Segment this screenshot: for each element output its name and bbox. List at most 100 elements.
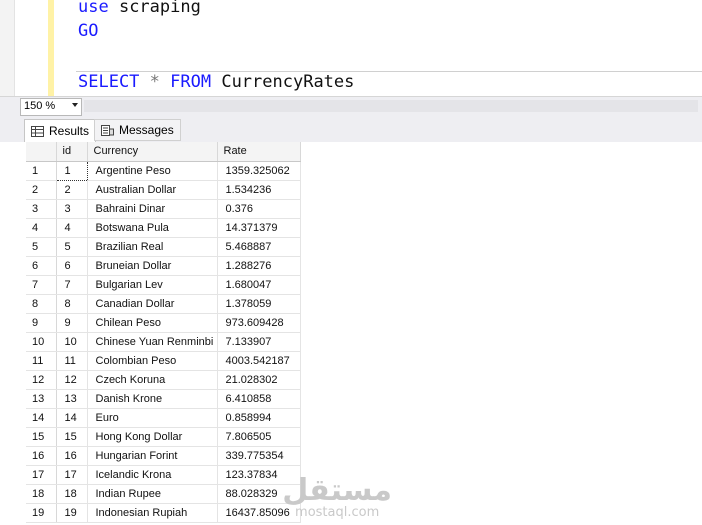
rate-cell[interactable]: 1.680047 xyxy=(217,275,301,295)
row-number-cell[interactable]: 19 xyxy=(26,503,57,523)
id-cell[interactable]: 15 xyxy=(56,427,88,447)
row-number-header[interactable] xyxy=(26,142,57,162)
table-row[interactable]: 2 2 Australian Dollar 1.534236 xyxy=(26,180,301,200)
code-line-2[interactable]: GO xyxy=(78,21,98,41)
id-cell[interactable]: 2 xyxy=(56,180,88,200)
row-number-cell[interactable]: 11 xyxy=(26,351,57,371)
column-header-currency[interactable]: Currency xyxy=(87,142,218,162)
rate-cell[interactable]: 1359.325062 xyxy=(217,161,301,181)
row-number-cell[interactable]: 14 xyxy=(26,408,57,428)
table-row[interactable]: 5 5 Brazilian Real 5.468887 xyxy=(26,237,301,257)
rate-cell[interactable]: 0.858994 xyxy=(217,408,301,428)
currency-cell[interactable]: Bruneian Dollar xyxy=(87,256,218,276)
row-number-cell[interactable]: 13 xyxy=(26,389,57,409)
currency-cell[interactable]: Indian Rupee xyxy=(87,484,218,504)
row-number-cell[interactable]: 4 xyxy=(26,218,57,238)
tab-results[interactable]: Results xyxy=(24,119,97,142)
id-cell[interactable]: 3 xyxy=(56,199,88,219)
table-row[interactable]: 13 13 Danish Krone 6.410858 xyxy=(26,389,301,409)
id-cell[interactable]: 10 xyxy=(56,332,88,352)
row-number-cell[interactable]: 2 xyxy=(26,180,57,200)
currency-cell[interactable]: Bahraini Dinar xyxy=(87,199,218,219)
rate-cell[interactable]: 21.028302 xyxy=(217,370,301,390)
row-number-cell[interactable]: 9 xyxy=(26,313,57,333)
horizontal-scrollbar[interactable] xyxy=(84,100,698,112)
table-row[interactable]: 16 16 Hungarian Forint 339.775354 xyxy=(26,446,301,466)
currency-cell[interactable]: Argentine Peso xyxy=(87,161,218,181)
currency-cell[interactable]: Danish Krone xyxy=(87,389,218,409)
table-row[interactable]: 18 18 Indian Rupee 88.028329 xyxy=(26,484,301,504)
table-row[interactable]: 9 9 Chilean Peso 973.609428 xyxy=(26,313,301,333)
table-row[interactable]: 10 10 Chinese Yuan Renminbi 7.133907 xyxy=(26,332,301,352)
table-row[interactable]: 6 6 Bruneian Dollar 1.288276 xyxy=(26,256,301,276)
zoom-select[interactable]: 150 % xyxy=(20,98,82,116)
table-row[interactable]: 3 3 Bahraini Dinar 0.376 xyxy=(26,199,301,219)
table-row[interactable]: 15 15 Hong Kong Dollar 7.806505 xyxy=(26,427,301,447)
currency-cell[interactable]: Hong Kong Dollar xyxy=(87,427,218,447)
table-row[interactable]: 8 8 Canadian Dollar 1.378059 xyxy=(26,294,301,314)
row-number-cell[interactable]: 12 xyxy=(26,370,57,390)
row-number-cell[interactable]: 16 xyxy=(26,446,57,466)
results-grid[interactable]: id Currency Rate 1 1 Argentine Peso 1359.32… xyxy=(26,142,301,523)
column-header-rate[interactable]: Rate xyxy=(217,142,301,162)
rate-cell[interactable]: 1.288276 xyxy=(217,256,301,276)
row-number-cell[interactable]: 17 xyxy=(26,465,57,485)
id-cell[interactable]: 5 xyxy=(56,237,88,257)
id-cell[interactable]: 17 xyxy=(56,465,88,485)
id-cell[interactable]: 7 xyxy=(56,275,88,295)
row-number-cell[interactable]: 1 xyxy=(26,161,57,181)
currency-cell[interactable]: Indonesian Rupiah xyxy=(87,503,218,523)
row-number-cell[interactable]: 15 xyxy=(26,427,57,447)
table-row[interactable]: 1 1 Argentine Peso 1359.325062 xyxy=(26,160,301,181)
id-cell[interactable]: 14 xyxy=(56,408,88,428)
rate-cell[interactable]: 7.806505 xyxy=(217,427,301,447)
rate-cell[interactable]: 6.410858 xyxy=(217,389,301,409)
currency-cell[interactable]: Colombian Peso xyxy=(87,351,218,371)
currency-cell[interactable]: Canadian Dollar xyxy=(87,294,218,314)
currency-cell[interactable]: Icelandic Krona xyxy=(87,465,218,485)
tab-messages[interactable]: Messages xyxy=(94,119,181,141)
row-number-cell[interactable]: 10 xyxy=(26,332,57,352)
row-number-cell[interactable]: 7 xyxy=(26,275,57,295)
rate-cell[interactable]: 1.378059 xyxy=(217,294,301,314)
currency-cell[interactable]: Bulgarian Lev xyxy=(87,275,218,295)
column-header-id[interactable]: id xyxy=(56,142,88,162)
id-cell[interactable]: 1 xyxy=(55,160,88,181)
code-line-3[interactable]: SELECT * FROM CurrencyRates xyxy=(78,72,354,92)
currency-cell[interactable]: Hungarian Forint xyxy=(87,446,218,466)
currency-cell[interactable]: Australian Dollar xyxy=(87,180,218,200)
query-editor[interactable]: use scraping GO SELECT * FROM CurrencyRa… xyxy=(0,0,702,96)
rate-cell[interactable]: 14.371379 xyxy=(217,218,301,238)
id-cell[interactable]: 9 xyxy=(56,313,88,333)
rate-cell[interactable]: 973.609428 xyxy=(217,313,301,333)
currency-cell[interactable]: Chilean Peso xyxy=(87,313,218,333)
rate-cell[interactable]: 0.376 xyxy=(217,199,301,219)
table-row[interactable]: 19 19 Indonesian Rupiah 16437.85096 xyxy=(26,503,301,523)
rate-cell[interactable]: 7.133907 xyxy=(217,332,301,352)
rate-cell[interactable]: 5.468887 xyxy=(217,237,301,257)
id-cell[interactable]: 18 xyxy=(56,484,88,504)
id-cell[interactable]: 19 xyxy=(56,503,88,523)
row-number-cell[interactable]: 18 xyxy=(26,484,57,504)
currency-cell[interactable]: Brazilian Real xyxy=(87,237,218,257)
id-cell[interactable]: 6 xyxy=(56,256,88,276)
id-cell[interactable]: 4 xyxy=(56,218,88,238)
table-row[interactable]: 4 4 Botswana Pula 14.371379 xyxy=(26,218,301,238)
id-cell[interactable]: 8 xyxy=(56,294,88,314)
row-number-cell[interactable]: 3 xyxy=(26,199,57,219)
row-number-cell[interactable]: 8 xyxy=(26,294,57,314)
currency-cell[interactable]: Euro xyxy=(87,408,218,428)
currency-cell[interactable]: Czech Koruna xyxy=(87,370,218,390)
table-row[interactable]: 14 14 Euro 0.858994 xyxy=(26,408,301,428)
currency-cell[interactable]: Chinese Yuan Renminbi xyxy=(87,332,218,352)
rate-cell[interactable]: 4003.542187 xyxy=(217,351,301,371)
table-row[interactable]: 7 7 Bulgarian Lev 1.680047 xyxy=(26,275,301,295)
row-number-cell[interactable]: 5 xyxy=(26,237,57,257)
id-cell[interactable]: 13 xyxy=(56,389,88,409)
id-cell[interactable]: 12 xyxy=(56,370,88,390)
id-cell[interactable]: 11 xyxy=(56,351,88,371)
code-line-1[interactable]: use scraping xyxy=(78,0,201,17)
row-number-cell[interactable]: 6 xyxy=(26,256,57,276)
table-row[interactable]: 12 12 Czech Koruna 21.028302 xyxy=(26,370,301,390)
id-cell[interactable]: 16 xyxy=(56,446,88,466)
